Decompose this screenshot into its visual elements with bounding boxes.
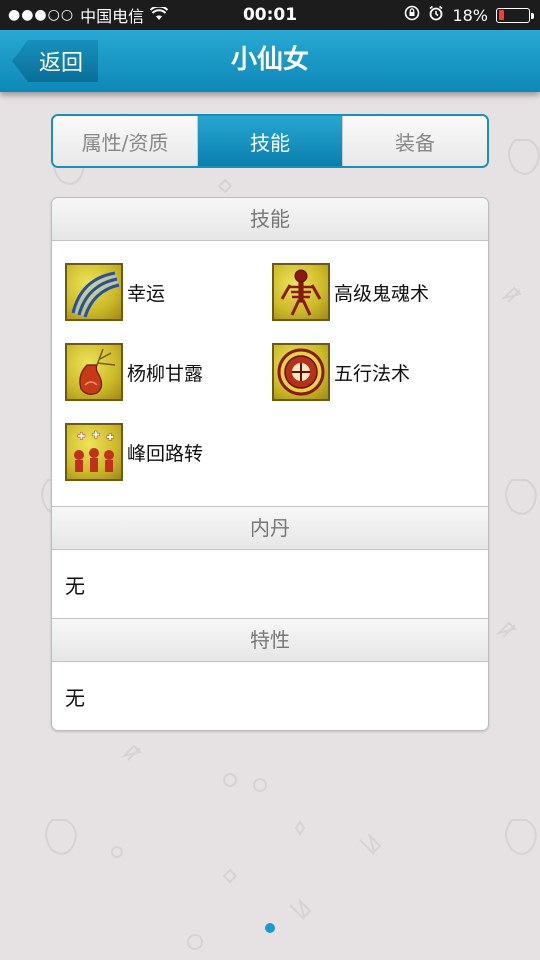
neidan-value: 无 xyxy=(65,573,85,598)
skill-item-twists-turns[interactable]: 峰回路转 xyxy=(65,423,203,481)
alarm-icon xyxy=(428,5,444,25)
neidan-header: 内丹 xyxy=(52,506,488,550)
tab-equipment[interactable]: 装备 xyxy=(343,116,487,166)
skill-item-advanced-ghost[interactable]: 高级鬼魂术 xyxy=(272,263,429,321)
battery-icon xyxy=(496,7,534,23)
skill-label: 峰回路转 xyxy=(127,442,204,465)
skill-label: 杨柳甘露 xyxy=(127,362,204,385)
traits-value: 无 xyxy=(65,685,85,710)
skill-item-willow-dew[interactable]: 杨柳甘露 xyxy=(65,343,203,401)
seal-skill-icon xyxy=(272,343,330,401)
skill-item-luck[interactable]: 幸运 xyxy=(65,263,165,321)
status-bar: ●●●○○ 中国电信 00:01 18% xyxy=(0,0,540,30)
skill-item-five-elements[interactable]: 五行法术 xyxy=(272,343,410,401)
page-title: 小仙女 xyxy=(230,45,309,75)
skill-label: 幸运 xyxy=(127,282,166,305)
rotation-lock-icon xyxy=(404,5,420,25)
tab-skills[interactable]: 技能 xyxy=(198,116,343,166)
skeleton-skill-icon xyxy=(272,263,330,321)
tab-bar: 属性/资质 技能 装备 xyxy=(51,114,489,168)
page-indicator xyxy=(265,923,275,933)
tab-attributes[interactable]: 属性/资质 xyxy=(53,116,198,166)
details-panel: 技能 幸运 高级鬼魂术 杨柳甘露 五行法术 峰回路转 内丹 无 特性 无 xyxy=(51,197,489,731)
figures-skill-icon xyxy=(65,423,123,481)
nav-bar: 返回 小仙女 xyxy=(0,30,540,92)
skill-label: 高级鬼魂术 xyxy=(334,282,430,305)
wave-skill-icon xyxy=(65,263,123,321)
vase-skill-icon xyxy=(65,343,123,401)
skill-label: 五行法术 xyxy=(334,362,411,385)
skills-header: 技能 xyxy=(52,198,488,241)
battery-percent: 18% xyxy=(452,5,488,25)
traits-header: 特性 xyxy=(52,618,488,662)
